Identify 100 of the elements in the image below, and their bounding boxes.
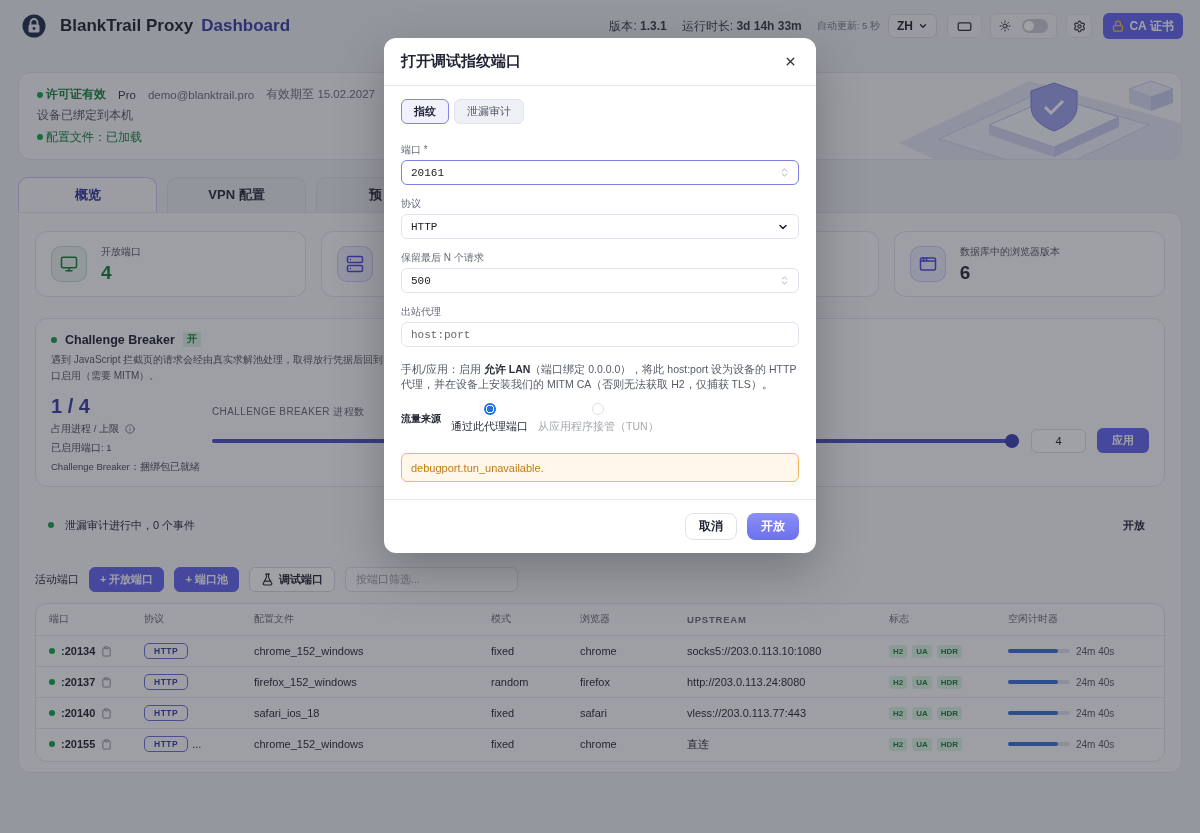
table-cell: safari_ios_18 — [254, 707, 320, 719]
leak-audit-status: 泄漏审计进行中，0 个事件 — [65, 517, 196, 533]
apply-button[interactable]: 应用 — [1097, 428, 1149, 453]
idle-time: 24m 40s — [1076, 738, 1115, 750]
lock-icon — [1112, 20, 1125, 32]
table-cell: fixed — [491, 645, 515, 657]
flag-tag: HDR — [936, 644, 963, 658]
protocol-badge: HTTP — [144, 674, 189, 690]
column-header: 端口 — [49, 613, 69, 626]
table-cell: chrome — [580, 645, 617, 657]
debug-port-button[interactable]: 调试端口 — [248, 566, 335, 592]
table-cell: 直连 — [687, 736, 709, 752]
traffic-source-label: 流量来源 — [401, 411, 441, 426]
clipboard-icon[interactable] — [101, 738, 113, 750]
license-status: 许可证有效 — [46, 87, 106, 103]
table-cell: firefox — [580, 676, 610, 688]
flag-tag: UA — [912, 675, 932, 689]
flag-tag: HDR — [936, 675, 963, 689]
table-cell: chrome_152_windows — [254, 738, 364, 750]
tab[interactable]: 概览 — [18, 177, 157, 212]
uptime-text: 运行时长: 3d 14h 33m — [681, 17, 802, 35]
section-label: 活动端口 — [35, 571, 79, 587]
flag-tag: H2 — [889, 644, 908, 658]
window-button[interactable] — [947, 14, 982, 38]
dialog-tab[interactable]: 指纹 — [401, 99, 449, 124]
expiry-date: 有效期至 15.02.2027 — [266, 87, 375, 103]
help-text: 手机/应用：启用 允许 LAN（端口绑定 0.0.0.0），将此 host:port 设为设备的 HTTP 代理，并在设备上安装我们的 MITM CA（否则无法获取 H2，仅捕获 TLS）。 — [401, 362, 798, 392]
app-title: BlankTrail Proxy — [60, 16, 194, 36]
open-button[interactable]: 开放 — [747, 513, 799, 540]
flag-tag: HDR — [936, 706, 963, 720]
protocol-badge: HTTP — [144, 736, 189, 752]
ca-certificate-button[interactable]: CA 证书 — [1103, 13, 1183, 39]
add-button[interactable]: + 端口池 — [174, 566, 239, 592]
description-text: 遇到 JavaScript 拦截页的请求会经由真实求解池处理，取得放行凭据后回到口启用（需要 MITM）。 — [51, 353, 385, 383]
flag-tag: H2 — [889, 675, 908, 689]
flag-tag: UA — [912, 737, 932, 751]
sun-icon — [999, 20, 1011, 32]
flask-icon — [260, 572, 274, 586]
table-cell: http://203.0.113.24:8080 — [687, 676, 806, 688]
status-badge: 开 — [182, 332, 201, 347]
more-text: ... — [192, 738, 202, 750]
radio-option[interactable]: 通过此代理端口 — [451, 403, 528, 434]
slider-label: CHALLENGE BREAKER 进程数 — [212, 405, 365, 418]
column-header: 协议 — [144, 613, 164, 626]
stat-label: 开放端口 — [101, 244, 141, 259]
logo-icon — [22, 14, 46, 38]
column-header: 模式 — [491, 613, 511, 626]
flag-tag: H2 — [889, 706, 908, 720]
config-status: 配置文件：已加载 — [46, 129, 142, 145]
version-text: 版本: 1.3.1 — [609, 17, 667, 35]
enabled-ports-text: 已启用端口: 1 — [51, 441, 112, 455]
table-cell: chrome_152_windows — [254, 645, 364, 657]
clipboard-icon[interactable] — [101, 676, 113, 688]
number-input[interactable]: 500 — [401, 268, 799, 293]
process-count-input[interactable]: 4 — [1031, 428, 1086, 453]
language-select[interactable]: ZH — [888, 14, 937, 38]
column-header: UPSTREAM — [687, 614, 747, 625]
table-cell: socks5://203.0.113.10:1080 — [687, 645, 822, 657]
stepper-icon[interactable] — [779, 167, 790, 178]
usage-label: 占用进程 / 上限 — [51, 422, 119, 436]
field-label: 协议 — [401, 198, 421, 210]
column-header: 空闲计时器 — [1008, 613, 1058, 626]
slider-thumb[interactable] — [1005, 433, 1019, 448]
protocol-badge: HTTP — [144, 643, 189, 659]
dialog-tab[interactable]: 泄漏审计 — [454, 99, 524, 124]
add-button[interactable]: + 开放端口 — [89, 566, 165, 592]
table-cell: fixed — [491, 738, 515, 750]
stat-value: 6 — [959, 261, 972, 284]
flag-tag: UA — [912, 644, 932, 658]
settings-button[interactable] — [1066, 14, 1092, 38]
table-cell: firefox_152_windows — [254, 676, 357, 688]
protocol-select[interactable]: HTTP — [401, 214, 799, 239]
open-button[interactable]: 开放 — [1123, 517, 1145, 533]
flag-tag: UA — [912, 706, 932, 720]
tab[interactable]: VPN 配置 — [167, 177, 306, 212]
text-input[interactable]: host:port — [401, 322, 799, 347]
plan-name: Pro — [118, 88, 136, 101]
clipboard-icon[interactable] — [101, 645, 113, 657]
stepper-icon[interactable] — [779, 275, 790, 286]
cancel-button[interactable]: 取消 — [685, 513, 737, 540]
column-header: 配置文件 — [254, 613, 294, 626]
account-email: demo@blanktrail.pro — [147, 88, 255, 101]
chevron-down-icon — [918, 21, 928, 31]
table-cell: fixed — [491, 707, 515, 719]
idle-time: 24m 40s — [1076, 707, 1115, 719]
table-cell: chrome — [580, 738, 617, 750]
theme-switch[interactable] — [1022, 19, 1048, 33]
dialog-title: 打开调试指纹端口 — [401, 52, 521, 71]
column-header: 标志 — [889, 613, 909, 626]
settings-icon — [1072, 19, 1086, 33]
field-label: 端口 * — [401, 144, 428, 156]
bundle-status-text: Challenge Breaker：捆绑包已就绪 — [51, 460, 200, 474]
number-input[interactable]: 20161 — [401, 160, 799, 185]
clipboard-icon[interactable] — [101, 707, 113, 719]
port-number: :20134 — [61, 645, 96, 657]
auto-refresh-text: 自动更新: 5 秒 — [816, 19, 880, 33]
info-icon — [124, 424, 135, 434]
stat-label: 数据库中的浏览器版本 — [959, 244, 1060, 259]
idle-time: 24m 40s — [1076, 676, 1115, 688]
radio-icon[interactable] — [483, 403, 496, 415]
